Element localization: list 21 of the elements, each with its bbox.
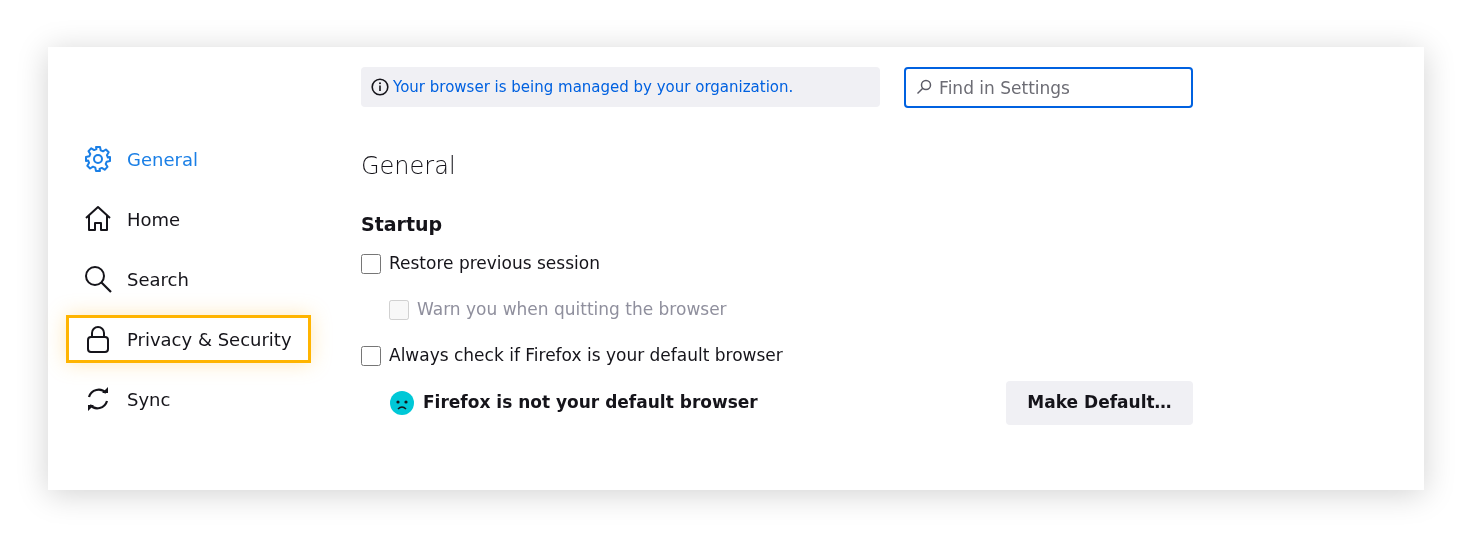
checkbox-label: Restore previous session — [389, 251, 600, 275]
sidebar-item[interactable]: General — [66, 135, 311, 183]
make-default-button[interactable]: Make Default… — [1006, 380, 1193, 425]
sidebar-item[interactable]: Sync — [66, 375, 311, 423]
gear-icon — [83, 144, 113, 174]
checkbox[interactable] — [361, 345, 381, 366]
sidebar-item[interactable]: Home — [66, 195, 311, 243]
default-browser-status: Firefox is not your default browser — [423, 390, 758, 414]
info-icon — [371, 78, 389, 96]
section-heading: Startup — [361, 212, 444, 237]
sidebar-item[interactable]: Privacy & Security — [66, 315, 311, 363]
home-icon — [83, 204, 113, 234]
search-icon — [83, 264, 113, 294]
sidebar-item[interactable]: Search — [66, 255, 311, 303]
checkbox-label: Warn you when quitting the browser — [417, 297, 727, 321]
search-field[interactable]: Find in Settings — [904, 67, 1193, 108]
checkbox[interactable] — [361, 253, 381, 274]
sad-face-icon — [389, 389, 415, 416]
notice-text: Your browser is being managed by your organization. — [393, 76, 794, 98]
page-heading: General — [361, 151, 457, 182]
checkbox-label: Always check if Firefox is your default browser — [389, 343, 783, 367]
